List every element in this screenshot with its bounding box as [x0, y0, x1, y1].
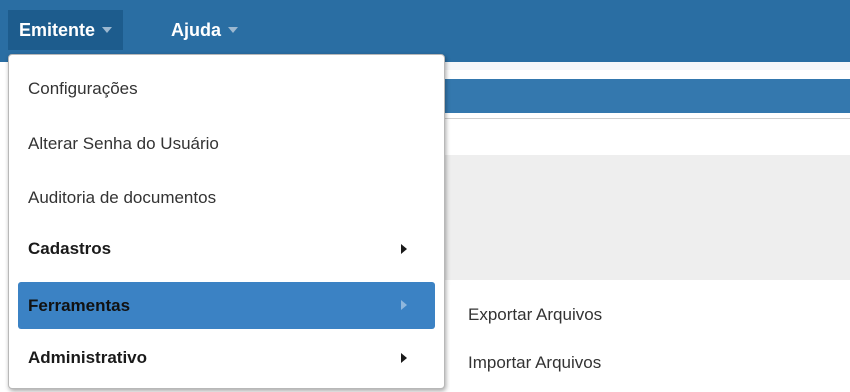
menu-item-label: Configurações [28, 79, 138, 98]
menu-item-alterar-senha[interactable]: Alterar Senha do Usuário [18, 122, 435, 166]
menu-emitente[interactable]: Emitente [8, 10, 124, 50]
menu-item-label: Auditoria de documentos [28, 188, 217, 207]
menu-item-configuracoes[interactable]: Configurações [18, 67, 435, 111]
menu-item-label: Administrativo [28, 348, 148, 367]
background-header-band [440, 79, 850, 113]
menu-emitente-label: Emitente [19, 19, 96, 40]
caret-right-icon [401, 300, 407, 310]
background-panel [440, 155, 850, 280]
submenu-item-label: Importar Arquivos [468, 353, 602, 372]
caret-right-icon [401, 353, 407, 363]
emitente-dropdown-menu: Configurações Alterar Senha do Usuário A… [8, 54, 445, 389]
background-divider [440, 118, 850, 119]
background-strip [440, 62, 850, 70]
menu-item-label: Ferramentas [28, 295, 131, 315]
menu-item-ferramentas[interactable]: Ferramentas [18, 282, 435, 329]
menu-ajuda-label: Ajuda [171, 19, 222, 40]
caret-right-icon [401, 244, 407, 254]
menu-item-cadastros[interactable]: Cadastros [18, 227, 435, 271]
menu-item-label: Cadastros [28, 239, 112, 258]
ferramentas-submenu: Exportar Arquivos Importar Arquivos [450, 285, 850, 392]
caret-down-icon [228, 27, 239, 33]
menu-item-administrativo[interactable]: Administrativo [18, 336, 435, 380]
submenu-item-importar[interactable]: Importar Arquivos [460, 343, 601, 383]
menu-ajuda[interactable]: Ajuda [160, 10, 249, 50]
submenu-item-label: Exportar Arquivos [468, 305, 603, 324]
caret-down-icon [102, 27, 113, 33]
submenu-item-exportar[interactable]: Exportar Arquivos [460, 295, 602, 335]
menu-item-auditoria[interactable]: Auditoria de documentos [18, 176, 435, 220]
menu-item-label: Alterar Senha do Usuário [28, 134, 219, 153]
top-menu-bar: Emitente Ajuda [0, 0, 850, 62]
